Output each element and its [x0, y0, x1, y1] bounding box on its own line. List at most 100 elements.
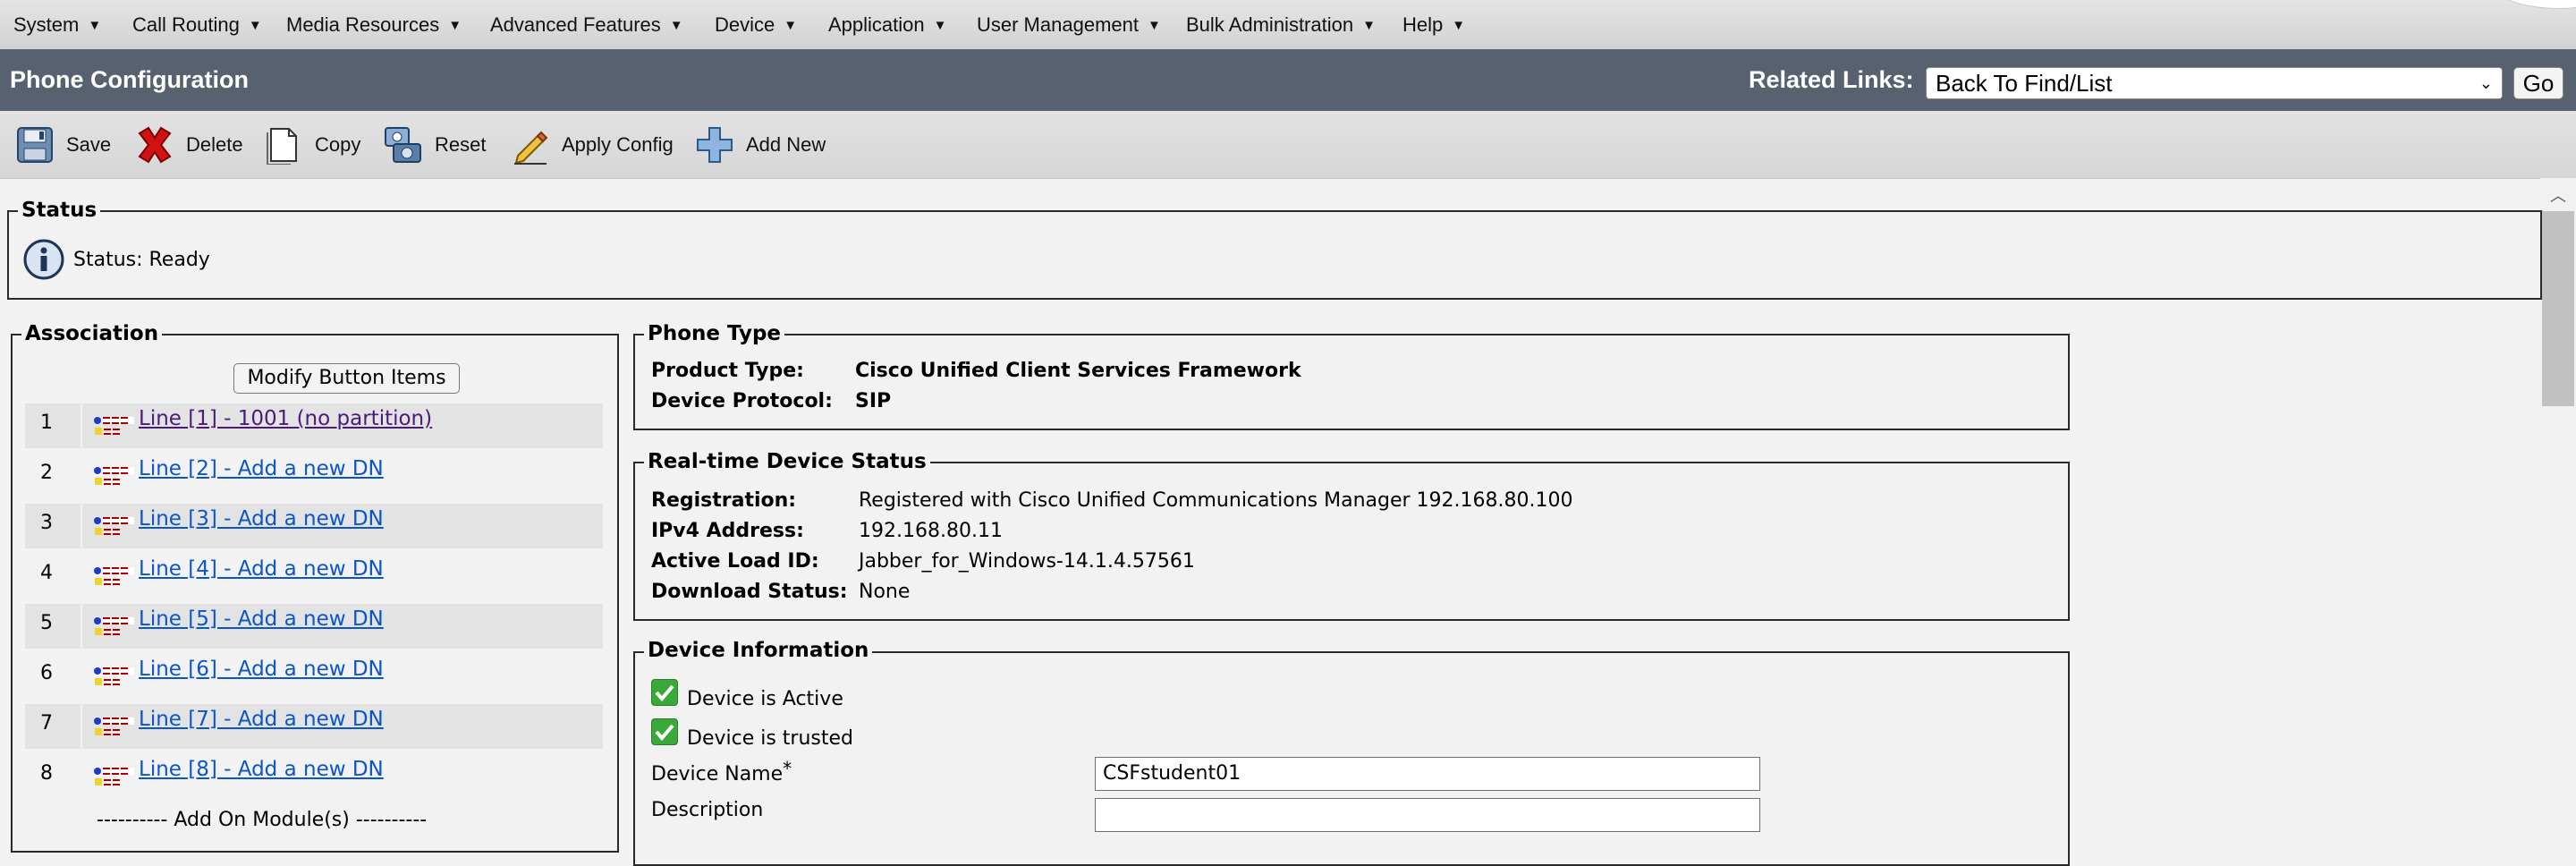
line-link-8[interactable]: Line [8] - Add a new DN: [139, 757, 384, 782]
device-active-label: Device is Active: [687, 688, 843, 710]
line-link-5[interactable]: Line [5] - Add a new DN: [139, 607, 384, 632]
save-label: Save: [66, 133, 112, 156]
line-key-icon: [93, 613, 136, 640]
reset-button[interactable]: Reset: [383, 123, 486, 167]
line-link-1[interactable]: Line [1] - 1001 (no partition): [139, 406, 432, 431]
line-number: 3: [40, 512, 53, 534]
check-icon: [655, 684, 674, 702]
chevron-down-icon: ▼: [448, 18, 462, 33]
line-link-7[interactable]: Line [7] - Add a new DN: [139, 707, 384, 732]
line-number: 4: [40, 562, 53, 584]
chevron-down-icon: ▼: [1147, 18, 1161, 33]
chevron-down-icon: ▼: [248, 18, 262, 33]
line-key-icon: [93, 412, 136, 439]
menu-label: Advanced Features: [490, 13, 661, 36]
add-icon: [694, 124, 735, 166]
menu-bulk-administration[interactable]: Bulk Administration ▼: [1186, 0, 1376, 49]
device-name-input[interactable]: CSFstudent01: [1095, 757, 1760, 791]
reset-icon: [383, 124, 424, 166]
line-link-6[interactable]: Line [6] - Add a new DN: [139, 657, 384, 682]
line-number: 7: [40, 712, 53, 734]
line-key-icon: [93, 463, 136, 489]
line-link-4[interactable]: Line [4] - Add a new DN: [139, 556, 384, 582]
line-number: 6: [40, 662, 53, 684]
phone-type-section: [633, 334, 2070, 430]
chevron-down-icon: ▼: [1362, 18, 1376, 33]
ipv4-label: IPv4 Address:: [651, 520, 804, 542]
registration-value: Registered with Cisco Unified Communicat…: [859, 489, 1573, 512]
menu-label: Call Routing: [132, 13, 240, 36]
download-status-value: None: [859, 581, 911, 603]
related-links-value: Back To Find/List: [1936, 70, 2113, 97]
device-trusted-checkbox[interactable]: [651, 718, 678, 745]
line-key-icon: [93, 663, 136, 690]
menu-advanced-features[interactable]: Advanced Features ▼: [490, 0, 683, 49]
modify-button-items-button[interactable]: Modify Button Items: [233, 363, 460, 394]
product-type-label: Product Type:: [651, 360, 804, 382]
menu-label: User Management: [977, 13, 1139, 36]
description-label: Description: [651, 799, 764, 821]
menu-help[interactable]: Help ▼: [1402, 0, 1465, 49]
phone-type-legend: Phone Type: [644, 321, 785, 346]
line-link-3[interactable]: Line [3] - Add a new DN: [139, 506, 384, 531]
active-load-value: Jabber_for_Windows-14.1.4.57561: [859, 550, 1195, 573]
menu-call-routing[interactable]: Call Routing ▼: [132, 0, 262, 49]
line-key-icon: [93, 513, 136, 539]
realtime-status-legend: Real-time Device Status: [644, 449, 930, 474]
line-key-icon: [93, 763, 136, 790]
scroll-up-icon[interactable]: ︿: [2540, 183, 2576, 206]
device-name-label: Device Name*: [651, 756, 792, 787]
download-status-label: Download Status:: [651, 581, 848, 603]
scrollbar-thumb[interactable]: [2542, 211, 2574, 406]
line-key-icon: [93, 563, 136, 590]
menu-label: Application: [828, 13, 925, 36]
save-button[interactable]: Save: [14, 123, 111, 167]
related-links-label: Related Links:: [1749, 66, 1914, 93]
delete-icon: [134, 124, 175, 166]
required-mark: *: [783, 758, 792, 779]
association-legend: Association: [21, 321, 163, 346]
device-information-legend: Device Information: [644, 638, 873, 663]
menu-label: System: [13, 13, 80, 36]
device-protocol-label: Device Protocol:: [651, 390, 833, 412]
line-link-2[interactable]: Line [2] - Add a new DN: [139, 456, 384, 481]
device-active-checkbox[interactable]: [651, 679, 678, 706]
copy-button[interactable]: Copy: [263, 123, 360, 167]
ipv4-value: 192.168.80.11: [859, 520, 1003, 542]
page-title: Phone Configuration: [10, 66, 249, 93]
active-load-label: Active Load ID:: [651, 550, 819, 573]
line-key-icon: [93, 713, 136, 740]
row-divider: [80, 403, 82, 756]
line-number: 5: [40, 612, 53, 634]
apply-config-label: Apply Config: [562, 133, 674, 156]
menu-application[interactable]: Application ▼: [828, 0, 947, 49]
copy-label: Copy: [315, 133, 361, 156]
menu-media-resources[interactable]: Media Resources ▼: [286, 0, 462, 49]
add-new-button[interactable]: Add New: [694, 123, 826, 167]
chevron-down-icon: ▼: [88, 18, 102, 33]
menu-label: Media Resources: [286, 13, 440, 36]
line-number: 2: [40, 462, 53, 484]
device-trusted-label: Device is trusted: [687, 727, 854, 750]
copy-icon: [263, 124, 304, 166]
description-input[interactable]: [1095, 798, 1760, 832]
chevron-down-icon: ▼: [1452, 18, 1466, 33]
line-number: 8: [40, 762, 53, 785]
menu-system[interactable]: System ▼: [13, 0, 101, 49]
apply-config-button[interactable]: Apply Config: [510, 123, 674, 167]
related-links-select[interactable]: Back To Find/List ⌄: [1926, 67, 2503, 99]
delete-label: Delete: [186, 133, 243, 156]
delete-button[interactable]: Delete: [134, 123, 243, 167]
status-text: Status: Ready: [73, 249, 210, 271]
go-button[interactable]: Go: [2513, 67, 2563, 99]
menu-device[interactable]: Device ▼: [715, 0, 797, 49]
status-legend: Status: [18, 198, 101, 223]
menu-user-management[interactable]: User Management ▼: [977, 0, 1161, 49]
add-on-modules-label: ---------- Add On Module(s) ----------: [97, 809, 428, 831]
chevron-down-icon: ▼: [669, 18, 683, 33]
device-protocol-value: SIP: [855, 390, 892, 412]
menu-label: Help: [1402, 13, 1444, 36]
pencil-icon: [510, 124, 551, 166]
menu-label: Bulk Administration: [1186, 13, 1354, 36]
menu-label: Device: [715, 13, 775, 36]
